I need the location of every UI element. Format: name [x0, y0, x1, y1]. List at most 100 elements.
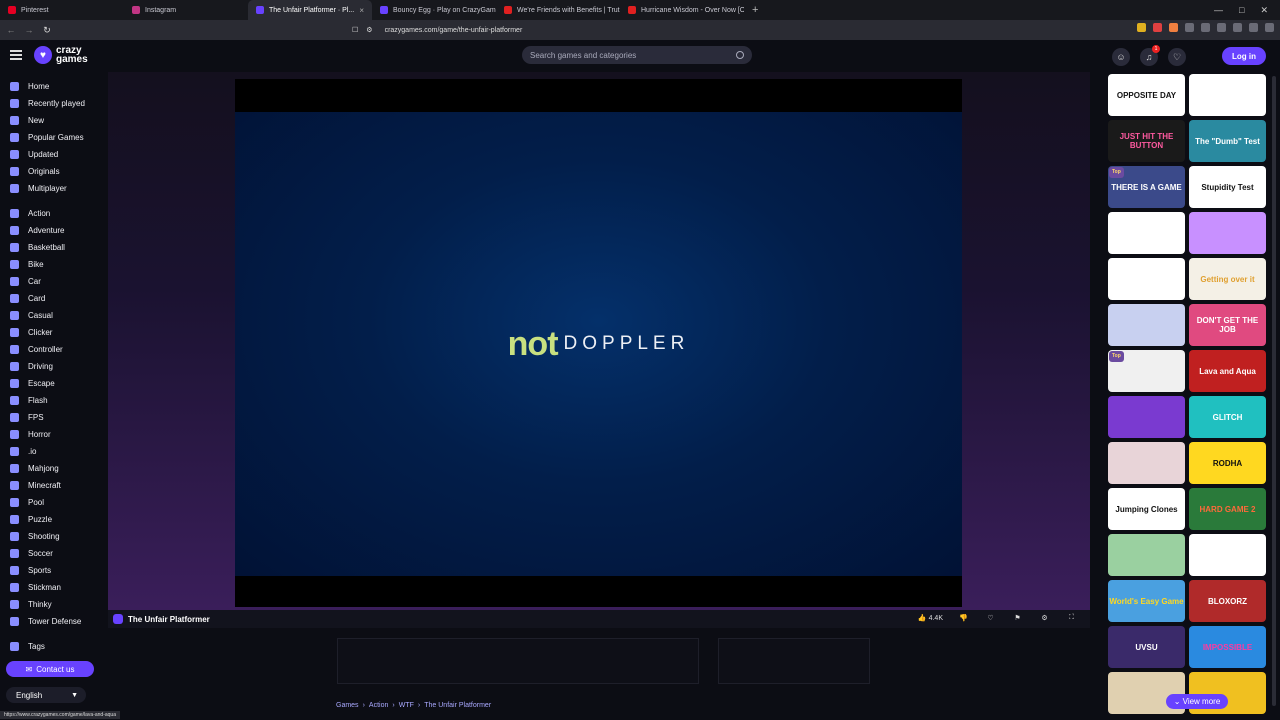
- game-frame[interactable]: not DOPPLER: [235, 79, 962, 607]
- sidebar-item-home[interactable]: Home: [0, 78, 100, 95]
- sidebar-item-soccer[interactable]: Soccer: [0, 545, 100, 562]
- extension-icon[interactable]: [1217, 23, 1226, 32]
- browser-tab[interactable]: We're Friends with Benefits | Truth.c: [496, 0, 620, 20]
- like-button[interactable]: 👍 4.4K: [918, 614, 943, 622]
- forward-icon[interactable]: →: [22, 25, 36, 35]
- game-splash-screen[interactable]: not DOPPLER: [235, 112, 962, 576]
- sidebar-item-multiplayer[interactable]: Multiplayer: [0, 180, 100, 197]
- sidebar-item-thinky[interactable]: Thinky: [0, 596, 100, 613]
- game-thumbnail[interactable]: Top THERE IS A GAME: [1108, 166, 1185, 208]
- sidebar-item-tags[interactable]: Tags: [0, 638, 100, 655]
- extension-icon[interactable]: [1233, 23, 1242, 32]
- sidebar-item-fps[interactable]: FPS: [0, 409, 100, 426]
- game-thumbnail[interactable]: HARD GAME 2: [1189, 488, 1266, 530]
- sidebar-item-flash[interactable]: Flash: [0, 392, 100, 409]
- maximize-icon[interactable]: □: [1239, 5, 1244, 16]
- extension-icon[interactable]: [1169, 23, 1178, 32]
- game-thumbnail[interactable]: UVSU: [1108, 626, 1185, 668]
- sidebar-item-tower-defense[interactable]: Tower Defense: [0, 613, 100, 630]
- game-thumbnail[interactable]: Getting over it: [1189, 258, 1266, 300]
- site-info-icon[interactable]: ⚙: [366, 26, 372, 34]
- notifications-icon[interactable]: ♫ 1: [1140, 45, 1160, 66]
- extension-icon[interactable]: [1137, 23, 1146, 32]
- game-thumbnail[interactable]: [1108, 258, 1185, 300]
- sidebar-item-casual[interactable]: Casual: [0, 307, 100, 324]
- back-icon[interactable]: ←: [4, 25, 18, 35]
- sidebar-item-clicker[interactable]: Clicker: [0, 324, 100, 341]
- url-field[interactable]: ☐ ⚙ crazygames.com/game/the-unfair-platf…: [352, 22, 910, 38]
- sidebar-item-shooting[interactable]: Shooting: [0, 528, 100, 545]
- sidebar-item-pool[interactable]: Pool: [0, 494, 100, 511]
- game-thumbnail[interactable]: Stupidity Test: [1189, 166, 1266, 208]
- game-thumbnail[interactable]: IMPOSSIBLE: [1189, 626, 1266, 668]
- new-tab-button[interactable]: +: [744, 4, 766, 16]
- breadcrumb-item[interactable]: The Unfair Platformer: [424, 702, 491, 709]
- bookmark-icon[interactable]: ☐: [352, 26, 358, 34]
- game-thumbnail[interactable]: [1108, 534, 1185, 576]
- browser-tab[interactable]: The Unfair Platformer · Pl... ×: [248, 0, 372, 20]
- extension-icon[interactable]: [1201, 23, 1210, 32]
- game-thumbnail[interactable]: [1108, 442, 1185, 484]
- sidebar-item-mahjong[interactable]: Mahjong: [0, 460, 100, 477]
- menu-icon[interactable]: [1265, 23, 1274, 32]
- sidebar-item-updated[interactable]: Updated: [0, 146, 100, 163]
- game-thumbnail[interactable]: [1108, 212, 1185, 254]
- browser-tab[interactable]: Instagram: [124, 0, 248, 20]
- extension-icon[interactable]: [1249, 23, 1258, 32]
- sidebar-item-card[interactable]: Card: [0, 290, 100, 307]
- sidebar-item-escape[interactable]: Escape: [0, 375, 100, 392]
- sidebar-item-recently-played[interactable]: Recently played: [0, 95, 100, 112]
- breadcrumb-item[interactable]: Action: [369, 702, 388, 709]
- sidebar-item-originals[interactable]: Originals: [0, 163, 100, 180]
- fullscreen-icon[interactable]: ⛶: [1065, 614, 1078, 622]
- game-thumbnail[interactable]: GLITCH: [1189, 396, 1266, 438]
- sidebar-item-adventure[interactable]: Adventure: [0, 222, 100, 239]
- dislike-icon[interactable]: 👎: [957, 614, 970, 622]
- sidebar-item-sports[interactable]: Sports: [0, 562, 100, 579]
- scrollbar[interactable]: [1272, 76, 1276, 706]
- sidebar-item-basketball[interactable]: Basketball: [0, 239, 100, 256]
- extension-icon[interactable]: [1153, 23, 1162, 32]
- search-input[interactable]: Search games and categories: [522, 46, 752, 64]
- reload-icon[interactable]: ↻: [40, 25, 54, 36]
- game-thumbnail[interactable]: [1108, 304, 1185, 346]
- sidebar-item-io[interactable]: .io: [0, 443, 100, 460]
- game-thumbnail[interactable]: World's Easy Game: [1108, 580, 1185, 622]
- sidebar-item-horror[interactable]: Horror: [0, 426, 100, 443]
- favorite-icon[interactable]: ♡: [984, 614, 997, 622]
- game-thumbnail[interactable]: Lava and Aqua: [1189, 350, 1266, 392]
- login-button[interactable]: Log in: [1222, 47, 1266, 65]
- sidebar-item-controller[interactable]: Controller: [0, 341, 100, 358]
- browser-tab[interactable]: Pinterest: [0, 0, 124, 20]
- language-select[interactable]: English ▼: [6, 687, 86, 703]
- sidebar-item-action[interactable]: Action: [0, 205, 100, 222]
- minimize-icon[interactable]: —: [1214, 5, 1223, 16]
- sidebar-item-puzzle[interactable]: Puzzle: [0, 511, 100, 528]
- extension-icon[interactable]: [1185, 23, 1194, 32]
- game-thumbnail[interactable]: [1108, 396, 1185, 438]
- breadcrumb-item[interactable]: Games: [336, 702, 359, 709]
- sidebar-item-new[interactable]: New: [0, 112, 100, 129]
- contact-us-button[interactable]: ✉ Contact us: [6, 661, 94, 677]
- crazygames-logo[interactable]: ♥ crazy games: [34, 46, 88, 65]
- close-window-icon[interactable]: ✕: [1260, 5, 1268, 16]
- sidebar-item-popular-games[interactable]: Popular Games: [0, 129, 100, 146]
- sidebar-item-driving[interactable]: Driving: [0, 358, 100, 375]
- sidebar-item-minecraft[interactable]: Minecraft: [0, 477, 100, 494]
- sidebar-item-bike[interactable]: Bike: [0, 256, 100, 273]
- game-thumbnail[interactable]: JUST HIT THE BUTTON: [1108, 120, 1185, 162]
- game-thumbnail[interactable]: BLOXORZ: [1189, 580, 1266, 622]
- game-thumbnail[interactable]: The "Dumb" Test: [1189, 120, 1266, 162]
- game-thumbnail[interactable]: RODHA: [1189, 442, 1266, 484]
- breadcrumb-item[interactable]: WTF: [399, 702, 414, 709]
- game-thumbnail[interactable]: Top: [1108, 350, 1185, 392]
- game-thumbnail[interactable]: OPPOSITE DAY: [1108, 74, 1185, 116]
- report-icon[interactable]: ⚑: [1011, 614, 1024, 622]
- favorites-icon[interactable]: ♡: [1168, 48, 1186, 66]
- sidebar-item-car[interactable]: Car: [0, 273, 100, 290]
- game-thumbnail[interactable]: [1189, 534, 1266, 576]
- view-more-button[interactable]: ⌄ View more: [1166, 694, 1228, 709]
- game-thumbnail[interactable]: DON'T GET THE JOB: [1189, 304, 1266, 346]
- game-thumbnail[interactable]: [1189, 212, 1266, 254]
- theater-mode-icon[interactable]: ⚙: [1038, 614, 1051, 622]
